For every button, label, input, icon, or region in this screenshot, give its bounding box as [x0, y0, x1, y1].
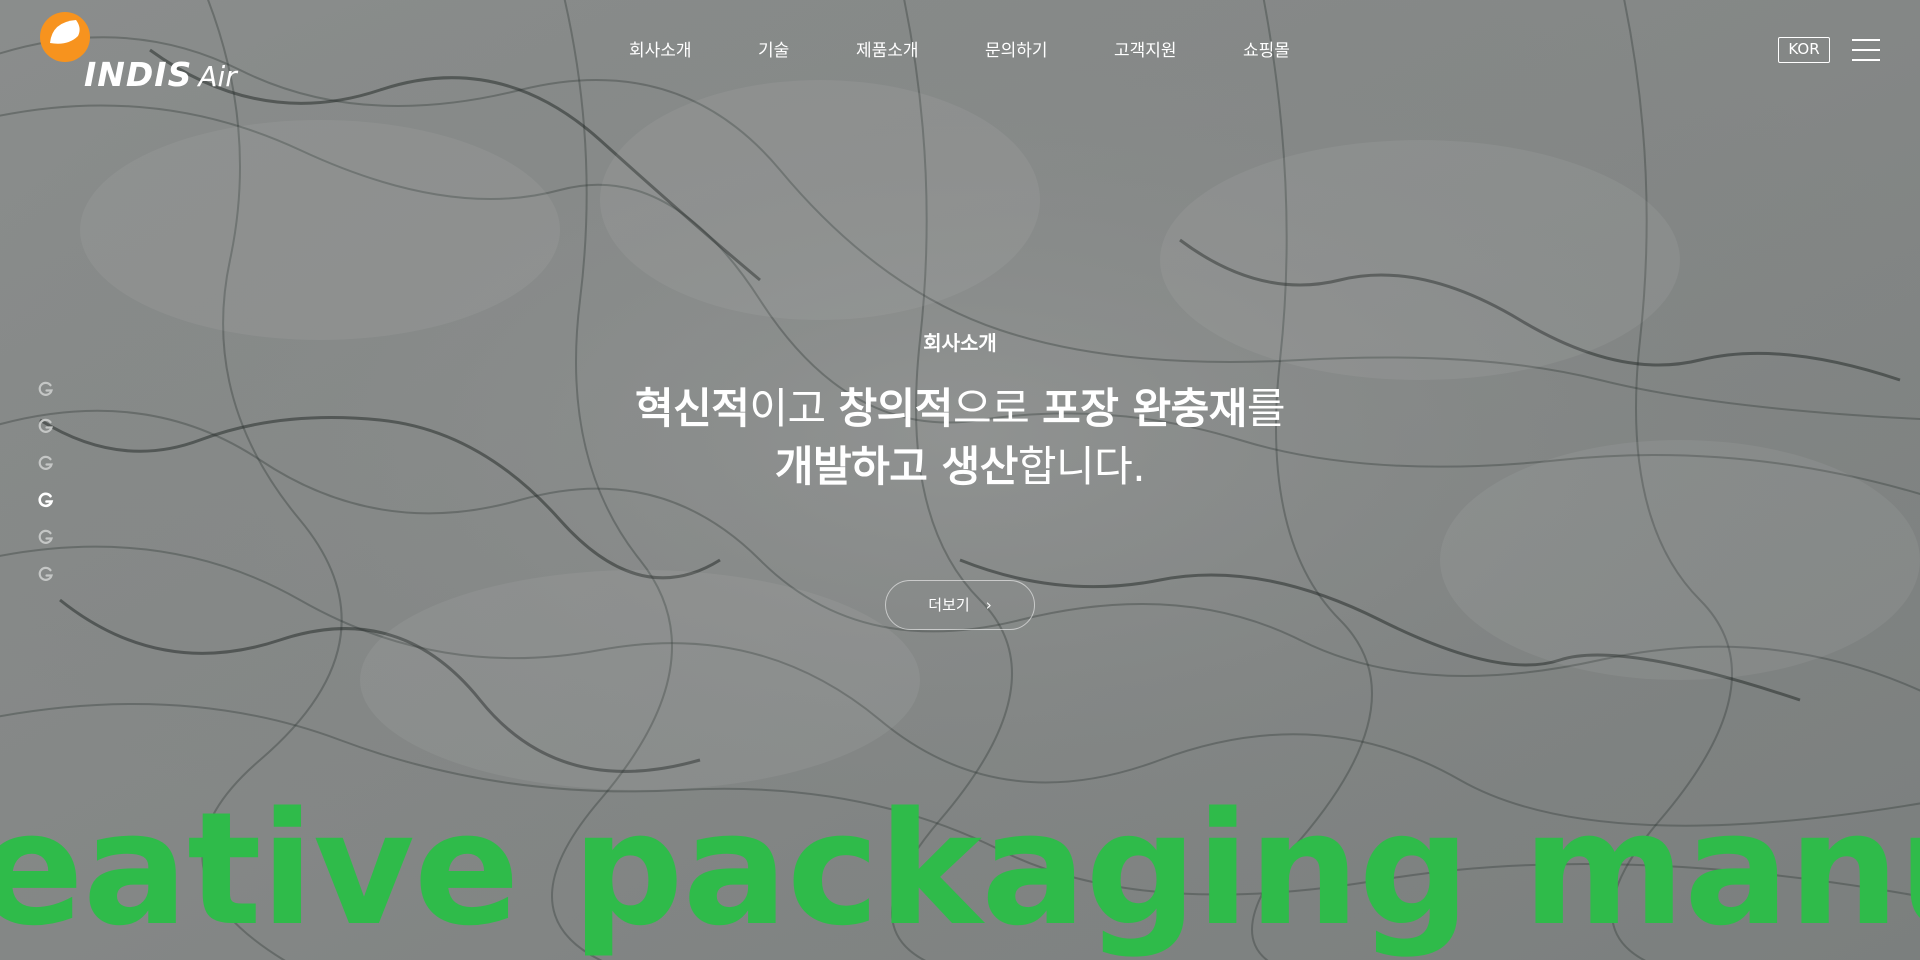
nav-item-support[interactable]: 고객지원 [1114, 38, 1177, 64]
pager-dot-5[interactable] [37, 528, 55, 546]
headline-segment: 이고 [749, 384, 839, 433]
more-button[interactable]: 더보기 › [885, 580, 1035, 630]
language-button[interactable]: KOR [1778, 37, 1830, 63]
nav-item-contact[interactable]: 문의하기 [985, 38, 1048, 64]
g-logo-icon [38, 566, 53, 581]
headline-segment: 개발하고 생산 [774, 442, 1018, 491]
headline-segment: 포장 완충재 [1042, 384, 1247, 433]
more-button-label: 더보기 [928, 596, 970, 614]
section-kicker: 회사소개 [923, 331, 997, 355]
pager-dot-6[interactable] [37, 565, 55, 583]
brand-suffix: Air [198, 60, 237, 93]
g-logo-icon [38, 529, 53, 544]
headline-segment: 를 [1246, 384, 1286, 433]
hero-section: INDISAir 회사소개 기술 제품소개 문의하기 고객지원 쇼핑몰 KOR [0, 0, 1920, 960]
nav-item-products[interactable]: 제품소개 [856, 38, 919, 64]
nav-item-shop[interactable]: 쇼핑몰 [1243, 38, 1290, 64]
nav-item-company[interactable]: 회사소개 [629, 38, 692, 64]
headline-segment: 혁신적 [634, 384, 750, 433]
headline-line-2: 개발하고 생산합니다. [0, 438, 1920, 496]
hero-headline: 혁신적이고 창의적으로 포장 완충재를 개발하고 생산합니다. [0, 380, 1920, 496]
chevron-right-icon: › [985, 596, 992, 614]
headline-segment: 합니다. [1017, 442, 1146, 491]
headline-segment: 으로 [952, 384, 1043, 433]
nav-item-technology[interactable]: 기술 [758, 38, 789, 64]
headline-segment: 창의적 [838, 384, 954, 433]
main-nav: 회사소개 기술 제품소개 문의하기 고객지원 쇼핑몰 [0, 38, 1920, 64]
headline-line-1: 혁신적이고 창의적으로 포장 완충재를 [0, 380, 1920, 438]
hamburger-icon[interactable] [1852, 37, 1880, 63]
marquee-text: eative packaging manufactu [0, 778, 1920, 960]
